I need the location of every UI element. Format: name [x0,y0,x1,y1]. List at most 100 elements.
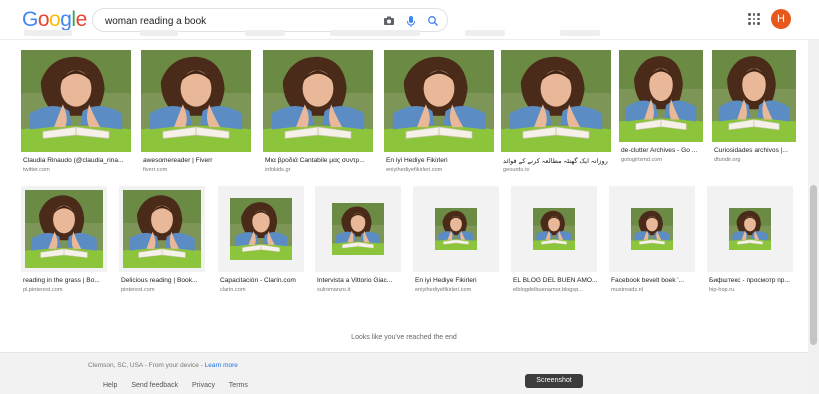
previous-row-placeholder [245,30,285,36]
result-thumbnail[interactable] [119,186,205,272]
result-thumbnail[interactable] [413,186,499,272]
result-thumbnail[interactable] [21,186,107,272]
woman-reading-image [533,208,575,250]
location-line: Clemson, SC, USA - From your device - Le… [88,362,238,369]
image-result[interactable]: Бифштекс - просмотр пр... hip-hop.ru [707,186,793,294]
search-icon[interactable] [426,14,440,28]
result-source: mustreads.nl [611,287,644,293]
result-source: infokids.gr [265,167,291,173]
result-caption[interactable]: EL BLOG DEL BUEN AMO... [513,277,599,284]
result-source: fiverr.com [143,167,168,173]
result-thumbnail[interactable] [712,50,796,142]
result-thumbnail[interactable] [619,50,703,142]
image-result[interactable]: Facebook bevelt boek '... mustreads.nl [609,186,695,294]
woman-reading-image [435,208,477,250]
result-source: pinterest.com [121,287,155,293]
camera-icon[interactable] [382,14,396,28]
footer-links: Help Send feedback Privacy Terms [103,382,260,389]
previous-row-placeholder [560,30,600,36]
image-result[interactable]: EL BLOG DEL BUEN AMO... elblogdelbuenamor… [511,186,599,294]
image-result[interactable]: Curiosidades archivos |... dfundir.org [712,50,796,164]
result-source: elblogdelbuenamor.blogsp... [513,287,583,293]
previous-row-placeholder [330,30,420,36]
google-logo[interactable]: Google [22,8,87,32]
result-caption[interactable]: Бифштекс - просмотр пр... [709,277,795,284]
result-source: eniyihediyefikirleri.com [386,167,443,173]
learn-more-link[interactable]: Learn more [205,362,238,369]
search-box[interactable] [92,8,448,32]
result-source: hip-hop.ru [709,287,735,293]
result-caption[interactable]: Facebook bevelt boek '... [611,277,697,284]
woman-reading-image [631,208,673,250]
woman-reading-image [25,190,103,268]
footer-link-terms[interactable]: Terms [229,382,248,389]
image-result[interactable]: Delicious reading | Book... pinterest.com [119,186,205,294]
result-caption[interactable]: Intervista a Vittorio Giac... [317,277,403,284]
result-thumbnail[interactable] [609,186,695,272]
avatar[interactable]: H [771,9,791,29]
image-results-grid: Claudia Rinaudo (@claudia_rina...twitter… [0,40,808,352]
apps-grid-icon[interactable] [748,13,760,25]
woman-reading-image [230,198,292,260]
woman-reading-image [501,50,611,152]
microphone-icon[interactable] [404,14,418,28]
location-text: Clemson, SC, USA - From your device - [88,362,205,369]
scrollbar[interactable] [808,40,819,394]
image-result[interactable]: de-clutter Archives - Go ... gotogirlsmd.… [619,50,703,164]
woman-reading-image [123,190,201,268]
image-result[interactable]: En iyi Hediye Fikirleri eniyihediyefikirl… [413,186,499,294]
result-source: pl.pinterest.com [23,287,63,293]
result-caption[interactable]: Claudia Rinaudo (@claudia_rina... [23,157,133,164]
woman-reading-image [619,50,703,142]
result-source: dfundir.org [714,157,741,163]
result-source: clarin.com [220,287,246,293]
woman-reading-image [332,203,384,255]
search-input[interactable] [105,13,355,29]
result-caption[interactable]: reading in the grass | Bo... [23,277,109,284]
result-caption[interactable]: En iyi Hediye Fikirleri [386,157,496,164]
image-result[interactable]: Claudia Rinaudo (@claudia_rina...twitter… [21,50,131,174]
image-result[interactable]: reading in the grass | Bo... pl.pinterest… [21,186,107,294]
image-result[interactable]: Intervista a Vittorio Giac... sulromanzo.… [315,186,401,294]
result-thumbnail[interactable] [315,186,401,272]
result-source: gotogirlsmd.com [621,157,663,163]
woman-reading-image [384,50,494,152]
result-caption[interactable]: awesomereader | Fiverr [143,157,253,164]
result-source: geourdu.tv [503,167,530,173]
result-caption[interactable]: Curiosidades archivos |... [714,147,798,154]
result-caption[interactable]: En iyi Hediye Fikirleri [415,277,501,284]
previous-row-placeholder [465,30,505,36]
result-thumbnail[interactable] [501,50,611,152]
woman-reading-image [141,50,251,152]
result-thumbnail[interactable] [384,50,494,152]
result-source: sulromanzo.it [317,287,351,293]
result-thumbnail[interactable] [21,50,131,152]
screenshot-tooltip: Screenshot [525,374,583,388]
image-result[interactable]: Μια βροδιά Cantabile μας συντρ... infokid… [263,50,373,174]
result-caption[interactable]: Delicious reading | Book... [121,277,207,284]
result-thumbnail[interactable] [141,50,251,152]
result-thumbnail[interactable] [218,186,304,272]
result-thumbnail[interactable] [707,186,793,272]
image-result[interactable]: En iyi Hediye Fikirleri eniyihediyefikirl… [384,50,494,174]
scrollbar-thumb[interactable] [810,185,817,345]
result-caption[interactable]: de-clutter Archives - Go ... [621,147,705,154]
woman-reading-image [263,50,373,152]
result-caption[interactable]: Capacitación - Clarín.com [220,277,306,284]
previous-row-placeholder [140,30,178,36]
image-result[interactable]: روزانہ ایک گھنٹہ مطالعہ کرنے کے فوائد geo… [501,50,611,174]
footer-link-help[interactable]: Help [103,382,117,389]
end-of-results-message: Looks like you've reached the end [351,334,457,341]
previous-row-placeholder [24,30,72,36]
image-result[interactable]: Capacitación - Clarín.com clarin.com [218,186,304,294]
result-caption[interactable]: Μια βροδιά Cantabile μας συντρ... [265,157,375,164]
image-result[interactable]: awesomereader | Fiverr fiverr.com [141,50,251,174]
result-thumbnail[interactable] [263,50,373,152]
result-thumbnail[interactable] [511,186,597,272]
result-source: twitter.com [23,167,50,173]
footer-link-privacy[interactable]: Privacy [192,382,215,389]
woman-reading-image [712,50,796,142]
result-caption[interactable]: روزانہ ایک گھنٹہ مطالعہ کرنے کے فوائد [503,157,613,165]
footer-link-send-feedback[interactable]: Send feedback [131,382,178,389]
result-source: eniyihediyefikirleri.com [415,287,472,293]
